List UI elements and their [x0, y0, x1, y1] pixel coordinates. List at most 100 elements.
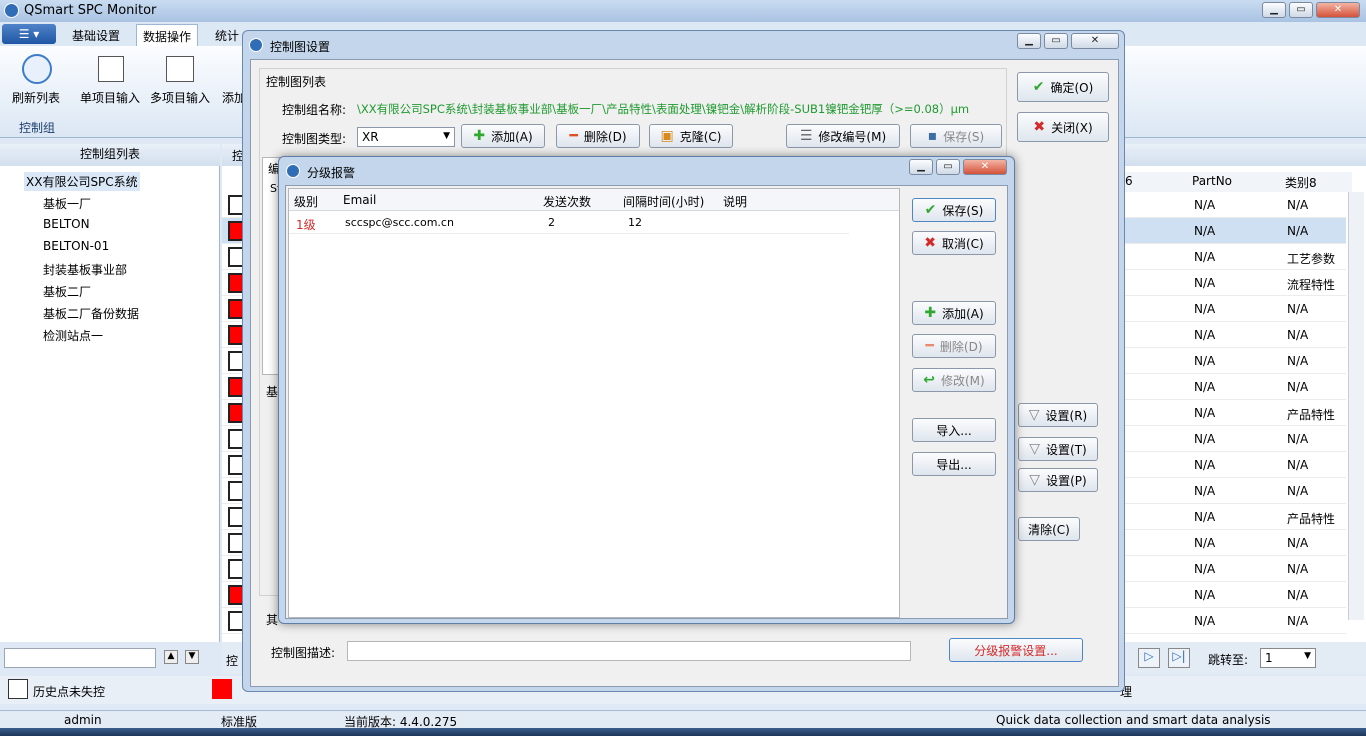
- tab-data-operations[interactable]: 数据操作: [136, 24, 199, 48]
- arrow-down-icon[interactable]: ▼: [185, 650, 199, 664]
- single-input-icon: [98, 56, 124, 82]
- ok-label: 确定(O): [1050, 80, 1094, 95]
- alarm-modify-button[interactable]: ↩ 修改(M): [912, 368, 996, 392]
- tree-node[interactable]: BELTON: [43, 217, 90, 231]
- edit-code-button[interactable]: ☰ 修改编号(M): [786, 124, 900, 148]
- single-input-button[interactable]: 单项目输入: [80, 89, 140, 106]
- cs-close-button[interactable]: ✕: [1071, 33, 1119, 49]
- clear-button[interactable]: 清除(C): [1018, 517, 1080, 541]
- alarm-settings-button[interactable]: 分级报警设置...: [949, 638, 1083, 662]
- alarm-dialog: 分级报警 ▁ ▭ ✕ 级别 Email 发送次数 间隔时间(小时) 说明 1级 …: [278, 156, 1015, 624]
- jump-label: 跳转至:: [1208, 653, 1249, 667]
- tree-search-input[interactable]: [4, 648, 156, 668]
- alarm-row-level: 1级: [296, 218, 316, 232]
- alarm-cancel-button[interactable]: ✖ 取消(C): [912, 231, 996, 255]
- close-dialog-button[interactable]: ✖ 关闭(X): [1017, 112, 1109, 142]
- bg-cell-category: N/A: [1287, 198, 1309, 212]
- group-name-value: \XX有限公司SPC系统\封装基板事业部\基板一厂\产品特性\表面处理\镍钯金\…: [357, 102, 970, 116]
- alarm-row-email: sccspc@scc.com.cn: [345, 216, 454, 229]
- bg-cell-category: N/A: [1287, 588, 1309, 602]
- jump-select[interactable]: 1 ▼: [1260, 648, 1316, 668]
- clone-chart-button[interactable]: ▣ 克隆(C): [649, 124, 733, 148]
- tree-node[interactable]: BELTON-01: [43, 239, 109, 253]
- ad-maximize-button[interactable]: ▭: [936, 159, 960, 175]
- bg-col: 6: [1125, 174, 1133, 188]
- multi-input-button[interactable]: 多项目输入: [150, 89, 210, 106]
- tree-node[interactable]: 基板二厂备份数据: [43, 305, 139, 322]
- bg-grid-vscrollbar[interactable]: [1348, 192, 1364, 620]
- chart-type-label: 控制图类型:: [282, 132, 347, 146]
- settings-t-label: 设置(T): [1046, 442, 1087, 457]
- alarm-dialog-title: 分级报警: [307, 166, 356, 180]
- alarm-import-button[interactable]: 导入...: [912, 418, 996, 442]
- plus-icon: ✚: [924, 305, 937, 321]
- alarm-save-button[interactable]: ✔ 保存(S): [912, 198, 996, 222]
- bg-cell-category: 工艺参数: [1287, 252, 1336, 266]
- refresh-list-button[interactable]: 刷新列表: [12, 89, 60, 106]
- minimize-button[interactable]: ▁: [1262, 2, 1286, 18]
- alarm-export-button[interactable]: 导出...: [912, 452, 996, 476]
- bg-cell-category: 产品特性: [1287, 408, 1336, 422]
- chart-type-value: XR: [362, 130, 379, 144]
- bg-cell-partno: N/A: [1194, 302, 1216, 316]
- save-icon: ▪: [927, 128, 938, 144]
- settings-r-button[interactable]: ▽ 设置(R): [1018, 403, 1098, 427]
- cs-maximize-button[interactable]: ▭: [1044, 33, 1068, 49]
- cs-minimize-button[interactable]: ▁: [1017, 33, 1041, 49]
- alarm-row-count: 2: [548, 216, 555, 229]
- bg-col: 类别8: [1285, 176, 1317, 190]
- plus-icon: ✚: [473, 128, 486, 144]
- bg-cell-partno: N/A: [1194, 380, 1216, 394]
- description-input[interactable]: [347, 641, 911, 661]
- alarm-logo-icon: [286, 164, 300, 178]
- bg-cell-category: N/A: [1287, 380, 1309, 394]
- close-icon: ✖: [1033, 119, 1046, 135]
- alarm-add-label: 添加(A): [942, 306, 984, 321]
- alarm-import-label: 导入...: [936, 423, 972, 438]
- partial-ji: 基: [266, 385, 279, 399]
- jump-select-value: 1: [1265, 651, 1273, 665]
- ad-minimize-button[interactable]: ▁: [909, 159, 933, 175]
- bg-cell-partno: N/A: [1194, 276, 1216, 290]
- settings-r-label: 设置(R): [1045, 408, 1088, 423]
- minus-icon: ━: [569, 128, 578, 144]
- alarm-save-label: 保存(S): [942, 203, 984, 218]
- table-row[interactable]: 1级 sccspc@scc.com.cn 2 12: [289, 212, 849, 234]
- tree-node[interactable]: 封装基板事业部: [43, 261, 127, 278]
- settings-t-button[interactable]: ▽ 设置(T): [1018, 437, 1098, 461]
- chart-settings-title: 控制图设置: [270, 40, 331, 54]
- alarm-add-button[interactable]: ✚ 添加(A): [912, 301, 996, 325]
- tree-node[interactable]: 检测站点一: [43, 327, 103, 344]
- alarm-col-count: 发送次数: [543, 195, 592, 209]
- alarm-dialog-body: 级别 Email 发送次数 间隔时间(小时) 说明 1级 sccspc@scc.…: [285, 185, 1008, 619]
- bg-col: PartNo: [1192, 174, 1233, 188]
- chart-type-select[interactable]: XR ▼: [357, 127, 455, 147]
- status-user: admin: [64, 713, 102, 727]
- settings-p-button[interactable]: ▽ 设置(P): [1018, 468, 1098, 492]
- arrow-up-icon[interactable]: ▲: [164, 650, 178, 664]
- tab-statistics[interactable]: 统计: [215, 27, 239, 44]
- app-menu-button[interactable]: ☰ ▾: [2, 24, 56, 44]
- bg-cell-partno: N/A: [1194, 458, 1216, 472]
- alarm-delete-button[interactable]: ━ 删除(D): [912, 334, 996, 358]
- list-icon: ☰: [799, 128, 813, 144]
- tree-node[interactable]: 基板二厂: [43, 283, 91, 300]
- close-button[interactable]: ✕: [1316, 2, 1360, 18]
- tab-basic-settings[interactable]: 基础设置: [72, 27, 120, 44]
- last-page-icon[interactable]: ▷|: [1168, 648, 1190, 668]
- tree-root[interactable]: XX有限公司SPC系统: [24, 172, 140, 191]
- add-chart-button[interactable]: ✚ 添加(A): [461, 124, 545, 148]
- tree-node[interactable]: 基板一厂: [43, 195, 91, 212]
- status-bar: admin 标准版 当前版本: 4.4.0.275 Quick data col…: [0, 710, 1366, 729]
- save-chart-button[interactable]: ▪ 保存(S): [910, 124, 1002, 148]
- bg-cell-partno: N/A: [1194, 614, 1216, 628]
- next-page-icon[interactable]: ▷: [1138, 648, 1160, 668]
- clone-chart-label: 克隆(C): [679, 129, 722, 144]
- ad-close-button[interactable]: ✕: [963, 159, 1007, 175]
- bg-cell-category: N/A: [1287, 614, 1309, 628]
- ok-button[interactable]: ✔ 确定(O): [1017, 72, 1109, 102]
- delete-chart-button[interactable]: ━ 删除(D): [556, 124, 640, 148]
- clear-label: 清除(C): [1028, 522, 1070, 537]
- main-titlebar: QSmart SPC Monitor ▁ ▭ ✕: [0, 0, 1366, 22]
- maximize-button[interactable]: ▭: [1289, 2, 1313, 18]
